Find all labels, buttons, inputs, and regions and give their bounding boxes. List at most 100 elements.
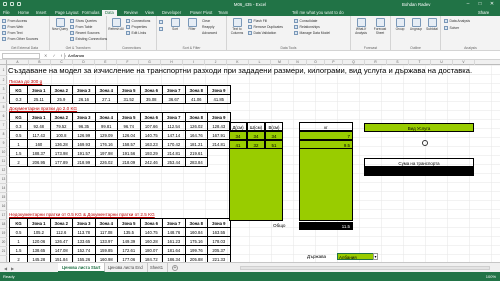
table-cell[interactable]: 36.67: [162, 94, 186, 104]
table-cell[interactable]: 1.5: [9, 148, 28, 158]
table-cell[interactable]: 178.03: [207, 236, 231, 246]
service-type-label[interactable]: Вид Услуга: [364, 123, 474, 132]
table-cell[interactable]: 136.28: [49, 139, 73, 149]
sheet-tab-end[interactable]: Ценова листа End: [104, 263, 148, 272]
table-cell[interactable]: 1: [9, 236, 28, 246]
row-header-7[interactable]: 7: [0, 121, 7, 130]
width-header[interactable]: Ш(см): [247, 122, 265, 131]
table-header-cell[interactable]: Зона 4: [94, 218, 118, 228]
table-cell[interactable]: 100.8: [49, 130, 73, 140]
kg-header[interactable]: кг: [299, 122, 353, 131]
service-radio-icon[interactable]: [422, 140, 428, 146]
table-cell[interactable]: 160.28: [139, 236, 163, 246]
table-cell[interactable]: 25.11: [27, 94, 51, 104]
section-nondocuments[interactable]: Недокументарни пратки от 0.5 KG & Докуме…: [9, 212, 155, 217]
solver-button[interactable]: Solver: [444, 26, 459, 30]
manage-data-model-button[interactable]: Manage Data Model: [294, 31, 330, 35]
tab-review[interactable]: Review: [124, 10, 138, 15]
kg-value-2[interactable]: 9.5: [299, 140, 353, 149]
table-cell[interactable]: 96.74: [117, 121, 141, 131]
table-cell[interactable]: 1: [9, 139, 28, 149]
table-header-cell[interactable]: Зона 9: [207, 112, 231, 122]
table-header-cell[interactable]: KG: [9, 112, 28, 122]
total-value[interactable]: 11.5: [299, 222, 353, 230]
tab-view[interactable]: View: [145, 10, 154, 15]
sort-az-button[interactable]: [159, 20, 163, 24]
tab-formulas[interactable]: Formulas: [82, 10, 99, 15]
add-sheet-icon[interactable]: +: [172, 264, 178, 271]
table-cell[interactable]: 164.76: [184, 130, 208, 140]
subtotal-button[interactable]: Subtotal: [424, 18, 440, 32]
table-cell[interactable]: 170.42: [162, 139, 186, 149]
tab-team[interactable]: Team: [218, 10, 228, 15]
table-cell[interactable]: 177.89: [49, 157, 73, 167]
table-header-cell[interactable]: Зона 1: [27, 85, 51, 95]
table-cell[interactable]: 191.56: [117, 148, 141, 158]
table-header-cell[interactable]: Зона 8: [184, 112, 208, 122]
table-cell[interactable]: 148.76: [162, 227, 186, 237]
table-cell[interactable]: 25.9: [49, 94, 73, 104]
table-cell[interactable]: 205.88: [184, 254, 208, 262]
table-cell[interactable]: 214.81: [162, 148, 186, 158]
table-cell[interactable]: 173.98: [49, 148, 73, 158]
table-header-cell[interactable]: KG: [9, 85, 28, 95]
table-cell[interactable]: 0.3: [9, 94, 28, 104]
from-table-button[interactable]: From Table: [70, 25, 92, 29]
table-cell[interactable]: 1.5: [9, 245, 28, 255]
data-analysis-button[interactable]: Data Analysis: [444, 19, 470, 23]
row-header-16[interactable]: 16: [0, 202, 7, 211]
country-label[interactable]: Държава: [307, 254, 326, 259]
table-cell[interactable]: 0.5: [9, 227, 28, 237]
width-value-2[interactable]: 32: [247, 140, 265, 149]
connections-button[interactable]: Connections: [126, 19, 150, 23]
refresh-all-button[interactable]: Refresh All: [108, 18, 124, 32]
advanced-button[interactable]: Advanced: [202, 31, 217, 35]
table-cell[interactable]: 199.76: [184, 245, 208, 255]
table-cell[interactable]: 147.14: [162, 130, 186, 140]
chevron-down-icon[interactable]: ▾: [373, 253, 378, 260]
table-cell[interactable]: 140.75: [139, 227, 163, 237]
properties-button[interactable]: Properties: [126, 25, 147, 29]
table-cell[interactable]: 129.09: [94, 130, 118, 140]
transport-sum-value[interactable]: [364, 167, 474, 176]
total-label[interactable]: Общо: [273, 223, 286, 228]
table-cell[interactable]: 184.72: [139, 254, 163, 262]
row-header-13[interactable]: 13: [0, 175, 7, 184]
kg-value-1[interactable]: 7: [299, 131, 353, 140]
consolidate-button[interactable]: Consolidate: [294, 19, 317, 23]
table-cell[interactable]: 117.08: [94, 227, 118, 237]
reapply-button[interactable]: Reapply: [202, 25, 214, 29]
table-header-cell[interactable]: Зона 8: [184, 85, 208, 95]
table-cell[interactable]: 205.37: [207, 245, 231, 255]
existing-connections-button[interactable]: Existing Connections: [70, 37, 107, 41]
from-access-button[interactable]: From Access: [2, 19, 27, 23]
table-cell[interactable]: 126.02: [184, 121, 208, 131]
sort-za-button[interactable]: [159, 27, 163, 31]
table-cell[interactable]: 128.43: [207, 121, 231, 131]
what-if-analysis-button[interactable]: What-If Analysis: [353, 18, 369, 36]
maximize-button[interactable]: □: [474, 0, 486, 8]
row-header-20[interactable]: 20: [0, 238, 7, 247]
table-cell[interactable]: 253.44: [162, 157, 186, 167]
table-header-cell[interactable]: Зона 5: [117, 112, 141, 122]
table-cell[interactable]: 152.74: [72, 245, 96, 255]
table-cell[interactable]: 188.37: [27, 148, 51, 158]
table-cell[interactable]: 167.91: [207, 130, 231, 140]
table-cell[interactable]: 120.06: [27, 236, 51, 246]
table-cell[interactable]: 140.75: [139, 130, 163, 140]
worksheet-grid[interactable]: Създаване на модел за изчисление на тран…: [7, 65, 500, 262]
table-cell[interactable]: 193.29: [139, 148, 163, 158]
row-header-1[interactable]: 1: [0, 65, 7, 76]
new-query-button[interactable]: New Query: [52, 18, 68, 32]
name-box[interactable]: [2, 52, 40, 59]
transport-sum-label[interactable]: Сума на транспорта: [364, 158, 474, 167]
table-cell[interactable]: 151.84: [49, 254, 73, 262]
remove-duplicates-button[interactable]: Remove Duplicates: [248, 25, 283, 29]
kg-input-area[interactable]: [299, 149, 353, 221]
row-header-14[interactable]: 14: [0, 184, 7, 193]
table-cell[interactable]: 172.61: [117, 245, 141, 255]
table-header-cell[interactable]: Зона 2: [49, 218, 73, 228]
table-cell[interactable]: 2: [9, 254, 28, 262]
table-cell[interactable]: 126.99: [72, 130, 96, 140]
tab-page-layout[interactable]: Page Layout: [55, 10, 79, 15]
